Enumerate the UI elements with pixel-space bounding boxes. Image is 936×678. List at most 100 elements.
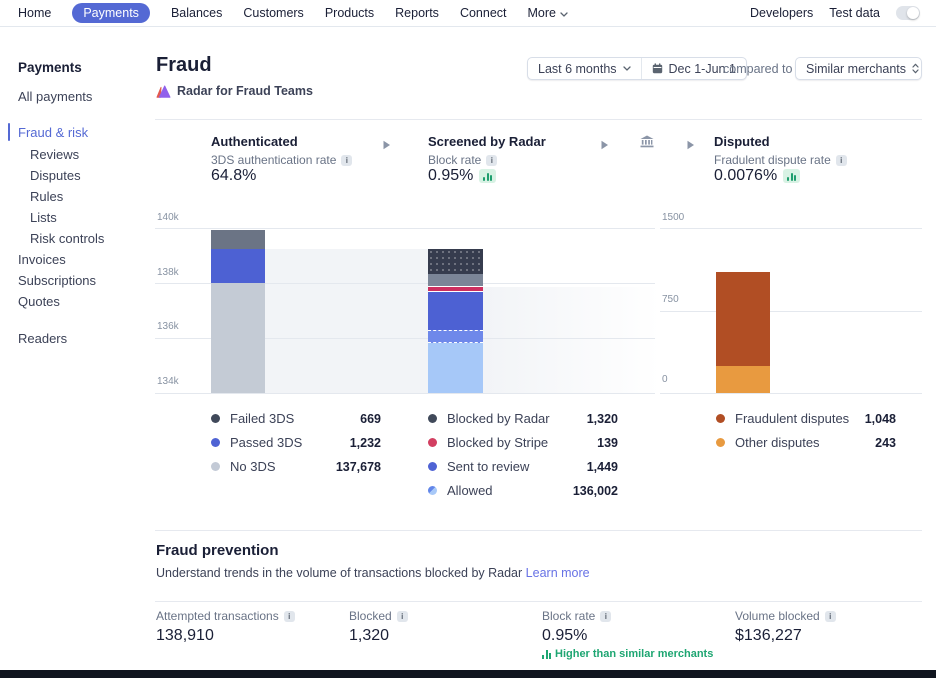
flow-arrow-icon — [687, 137, 695, 155]
stat-value-attempted: 138,910 — [156, 627, 214, 645]
sidebar-item-subscriptions[interactable]: Subscriptions — [18, 273, 96, 288]
segment-other-disputes — [716, 366, 770, 393]
metric-value-dispute-rate: 0.0076% — [714, 167, 800, 185]
stat-value-volume-blocked: $136,227 — [735, 627, 802, 645]
legend-row-blocked-by-stripe: Blocked by Stripe139 — [428, 435, 618, 450]
legend-dot — [211, 438, 220, 447]
nav-item-payments[interactable]: Payments — [72, 3, 150, 23]
calendar-icon — [652, 63, 663, 74]
bank-icon — [640, 135, 654, 153]
sidebar-item-fraud-risk[interactable]: Fraud & risk — [18, 125, 88, 140]
info-icon[interactable]: i — [341, 155, 352, 166]
segment-failed-3ds — [211, 230, 265, 249]
stripe-dashboard: Home Payments Balances Customers Product… — [0, 0, 936, 678]
product-badge: Radar for Fraud Teams — [156, 84, 313, 98]
sidebar-item-invoices[interactable]: Invoices — [18, 252, 66, 267]
bottom-bar — [0, 670, 936, 678]
info-icon[interactable]: i — [284, 611, 295, 622]
block-rate-comparison-note: Higher than similar merchants — [542, 648, 713, 660]
compared-to-label: compared to — [723, 62, 792, 76]
nav-item-products[interactable]: Products — [325, 6, 374, 20]
compare-select-value: Similar merchants — [806, 62, 906, 76]
sidebar-item-readers[interactable]: Readers — [18, 331, 67, 346]
legend-row-other-disputes: Other disputes243 — [716, 435, 896, 450]
bar-disputed — [716, 272, 770, 393]
sidebar-title: Payments — [18, 60, 82, 75]
metric-value-block-rate: 0.95% — [428, 167, 496, 185]
legend-dot — [716, 414, 725, 423]
column-title-authenticated: Authenticated — [211, 134, 298, 149]
info-icon[interactable]: i — [836, 155, 847, 166]
metric-label-block-rate: Block ratei — [428, 153, 497, 167]
range-select-button[interactable]: Last 6 months — [528, 58, 641, 79]
nav-item-developers[interactable]: Developers — [750, 6, 813, 20]
gridline — [155, 393, 655, 394]
stat-label-block-rate: Block ratei — [542, 609, 611, 623]
compare-select[interactable]: Similar merchants — [795, 57, 922, 80]
gridline — [155, 228, 655, 229]
legend-row-failed-3ds: Failed 3DS669 — [211, 411, 381, 426]
flow-arrow-icon — [383, 137, 391, 155]
nav-item-balances[interactable]: Balances — [171, 6, 222, 20]
sidebar-item-lists[interactable]: Lists — [30, 210, 57, 225]
metric-label-3ds-rate: 3DS authentication ratei — [211, 153, 352, 167]
legend-dot — [428, 414, 437, 423]
product-badge-label: Radar for Fraud Teams — [177, 84, 313, 98]
nav-item-home[interactable]: Home — [18, 6, 51, 20]
info-icon[interactable]: i — [397, 611, 408, 622]
segment-blocked-by-radar — [428, 249, 483, 274]
stat-label-blocked: Blockedi — [349, 609, 408, 623]
gridline — [660, 228, 922, 229]
updown-chevrons-icon — [912, 63, 919, 74]
sidebar-item-risk-controls[interactable]: Risk controls — [30, 231, 104, 246]
info-icon[interactable]: i — [486, 155, 497, 166]
date-filter-group: Last 6 months Dec 1-Jun 1 — [527, 57, 747, 80]
sidebar-item-reviews[interactable]: Reviews — [30, 147, 79, 162]
sidebar-item-all-payments[interactable]: All payments — [18, 89, 92, 104]
bar-authenticated — [211, 230, 265, 393]
segment-no-3ds — [211, 283, 265, 393]
info-icon[interactable]: i — [600, 611, 611, 622]
info-icon[interactable]: i — [825, 611, 836, 622]
segment-allowed-comparison — [428, 330, 483, 343]
y-tick: 134k — [157, 376, 179, 387]
funnel-flow-band — [265, 249, 428, 393]
sidebar-item-rules[interactable]: Rules — [30, 189, 63, 204]
radar-logo-icon — [156, 85, 171, 98]
stat-label-attempted: Attempted transactionsi — [156, 609, 295, 623]
legend-row-passed-3ds: Passed 3DS1,232 — [211, 435, 381, 450]
legend-row-sent-to-review: Sent to review1,449 — [428, 459, 618, 474]
section-title: Fraud prevention — [156, 542, 279, 559]
stats-divider — [155, 601, 922, 602]
sidebar-item-disputes[interactable]: Disputes — [30, 168, 81, 183]
stat-label-volume-blocked: Volume blockedi — [735, 609, 836, 623]
bar-screened — [428, 249, 483, 393]
nav-item-reports[interactable]: Reports — [395, 6, 439, 20]
bar-chart-trend-icon[interactable] — [783, 169, 800, 183]
toggle-knob — [907, 7, 919, 19]
test-data-toggle[interactable] — [896, 6, 920, 20]
segment-fraudulent-disputes — [716, 272, 770, 366]
column-title-disputed: Disputed — [714, 134, 770, 149]
bar-chart-icon — [542, 650, 551, 659]
nav-item-more[interactable]: More — [528, 6, 568, 20]
top-nav: Home Payments Balances Customers Product… — [0, 0, 936, 27]
page-title: Fraud — [156, 54, 212, 77]
y-tick: 1500 — [662, 212, 684, 223]
stat-value-blocked: 1,320 — [349, 627, 389, 645]
legend-row-allowed: Allowed136,002 — [428, 483, 618, 498]
legend-dot — [716, 438, 725, 447]
column-title-screened: Screened by Radar — [428, 134, 546, 149]
metric-label-dispute-rate: Fradulent dispute ratei — [714, 153, 847, 167]
section-divider — [155, 530, 922, 531]
top-nav-right: Developers Test data — [750, 6, 920, 20]
sidebar-item-quotes[interactable]: Quotes — [18, 294, 60, 309]
gridline — [660, 311, 922, 312]
y-tick: 140k — [157, 212, 179, 223]
sidebar-active-indicator — [8, 123, 10, 141]
learn-more-link[interactable]: Learn more — [526, 566, 590, 580]
nav-item-customers[interactable]: Customers — [243, 6, 303, 20]
nav-item-connect[interactable]: Connect — [460, 6, 507, 20]
top-nav-left: Home Payments Balances Customers Product… — [18, 3, 568, 23]
bar-chart-trend-icon[interactable] — [479, 169, 496, 183]
